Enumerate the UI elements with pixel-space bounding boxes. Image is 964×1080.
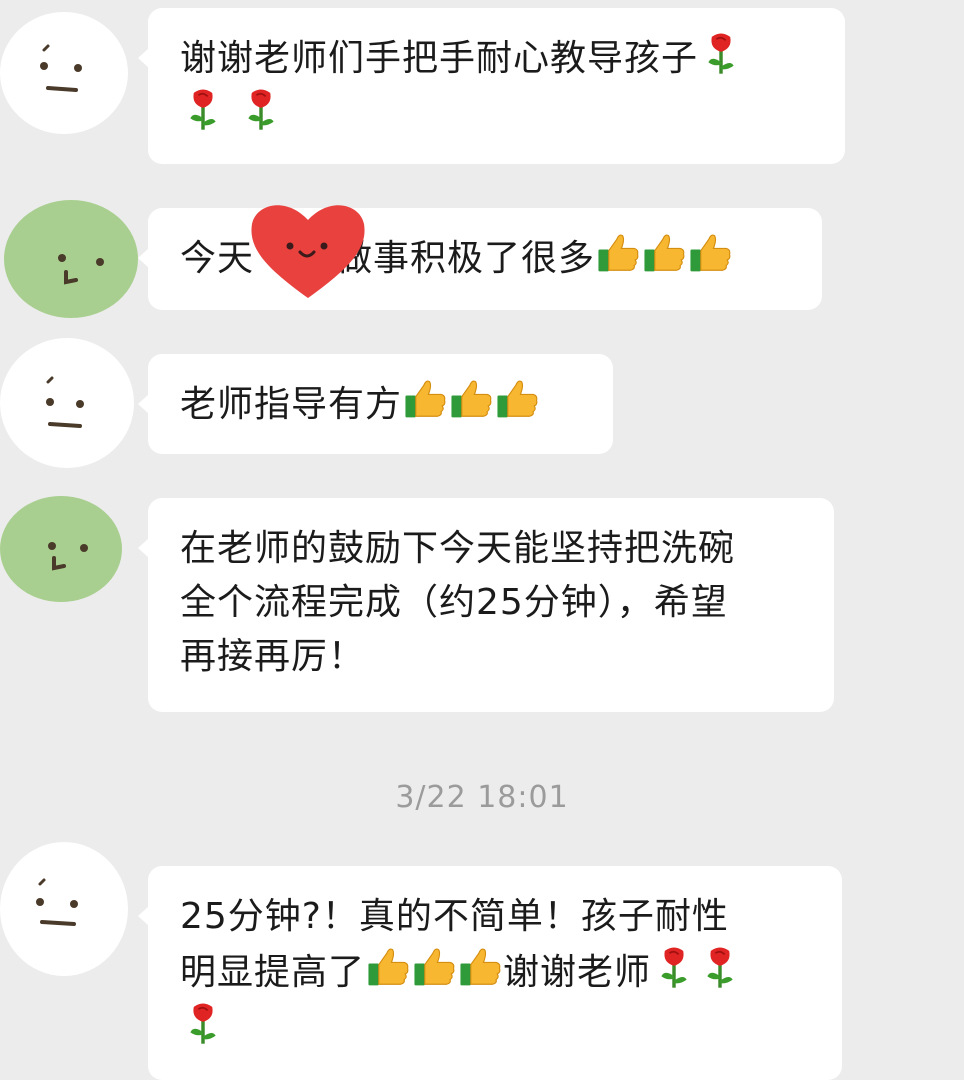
thumbs-up-icon bbox=[457, 944, 503, 990]
face-icon bbox=[58, 254, 104, 285]
timestamp: 3/22 18:01 bbox=[395, 780, 569, 815]
heart-sticker-icon bbox=[246, 198, 370, 300]
rose-icon bbox=[697, 944, 743, 990]
message-bubble[interactable]: 25分钟?！真的不简单！孩子耐性 明显提高了 谢谢老师 bbox=[138, 866, 842, 1080]
message-text: 全个流程完成（约25分钟），希望 bbox=[180, 582, 728, 623]
message-text: 再接再厉！ bbox=[180, 636, 366, 677]
rose-icon bbox=[698, 30, 744, 76]
thumbs-up-icon bbox=[365, 944, 411, 990]
message-text: 谢谢老师们手把手耐心教导孩子 bbox=[180, 38, 699, 79]
thumbs-up-icon bbox=[595, 230, 641, 276]
message-bubble[interactable]: 谢谢老师们手把手耐心教导孩子 bbox=[138, 8, 845, 164]
message-bubble[interactable]: 老师指导有方 bbox=[138, 354, 613, 454]
face-icon bbox=[48, 542, 88, 571]
rose-icon bbox=[180, 86, 226, 132]
face-icon bbox=[40, 44, 82, 92]
thumbs-up-icon bbox=[402, 376, 448, 422]
message-bubble[interactable]: 在老师的鼓励下今天能坚持把洗碗 全个流程完成（约25分钟），希望 再接再厉！ bbox=[138, 498, 834, 712]
message-text: 做事积极了很多 bbox=[336, 238, 596, 279]
message-text: 25分钟?！真的不简单！孩子耐性 bbox=[180, 896, 729, 937]
face-icon bbox=[36, 878, 78, 926]
thumbs-up-icon bbox=[411, 944, 457, 990]
message-text: 老师指导有方 bbox=[180, 384, 403, 425]
avatar-parent[interactable] bbox=[0, 12, 128, 134]
avatar-parent[interactable] bbox=[0, 338, 134, 468]
rose-icon bbox=[651, 944, 697, 990]
avatar-teacher[interactable] bbox=[4, 200, 138, 318]
face-icon bbox=[46, 376, 84, 428]
rose-icon bbox=[180, 1000, 226, 1046]
avatar-teacher[interactable] bbox=[0, 496, 122, 602]
thumbs-up-icon bbox=[687, 230, 733, 276]
rose-icon bbox=[238, 86, 284, 132]
message-text: 今天 bbox=[180, 238, 255, 279]
thumbs-up-icon bbox=[448, 376, 494, 422]
message-text: 明显提高了 bbox=[180, 952, 366, 993]
thumbs-up-icon bbox=[494, 376, 540, 422]
message-text: 谢谢老师 bbox=[503, 952, 652, 993]
thumbs-up-icon bbox=[641, 230, 687, 276]
message-text: 在老师的鼓励下今天能坚持把洗碗 bbox=[180, 528, 736, 569]
avatar-parent[interactable] bbox=[0, 842, 128, 976]
